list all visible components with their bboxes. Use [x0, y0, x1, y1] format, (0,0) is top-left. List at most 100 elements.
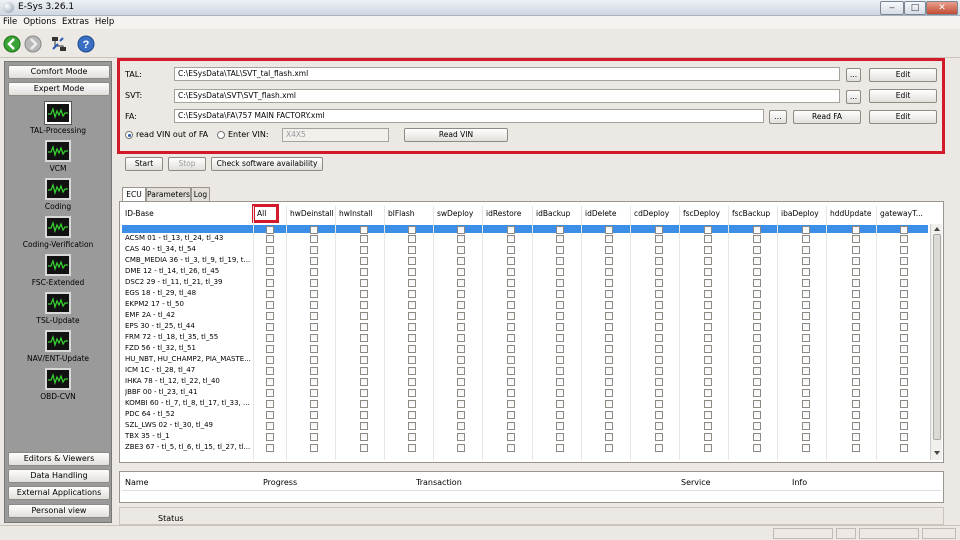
checkbox[interactable] [266, 411, 274, 419]
menu-extras[interactable]: Extras [59, 16, 92, 29]
checkbox[interactable] [802, 279, 810, 287]
checkbox[interactable] [457, 367, 465, 375]
checkbox[interactable] [556, 279, 564, 287]
checkbox[interactable] [408, 301, 416, 309]
read-fa-button[interactable]: Read FA [793, 110, 861, 124]
checkbox[interactable] [310, 226, 318, 234]
checkbox[interactable] [753, 411, 761, 419]
checkbox[interactable] [360, 356, 368, 364]
scroll-thumb[interactable] [933, 234, 941, 440]
checkbox[interactable] [802, 356, 810, 364]
checkbox[interactable] [605, 290, 613, 298]
scroll-up-icon[interactable] [933, 226, 941, 232]
checkbox[interactable] [266, 279, 274, 287]
enter-vin-radio[interactable] [217, 131, 225, 139]
checkbox[interactable] [266, 400, 274, 408]
checkbox[interactable] [310, 411, 318, 419]
checkbox[interactable] [900, 268, 908, 276]
checkbox[interactable] [852, 422, 860, 430]
checkbox[interactable] [507, 279, 515, 287]
checkbox[interactable] [605, 367, 613, 375]
checkbox[interactable] [704, 226, 712, 234]
checkbox[interactable] [655, 411, 663, 419]
checkbox[interactable] [360, 268, 368, 276]
checkbox[interactable] [310, 345, 318, 353]
checkbox[interactable] [360, 400, 368, 408]
checkbox[interactable] [457, 389, 465, 397]
read-vin-button[interactable]: Read VIN [404, 128, 508, 142]
checkbox[interactable] [655, 246, 663, 254]
tab-log[interactable]: Log [191, 187, 210, 201]
checkbox[interactable] [655, 367, 663, 375]
checkbox[interactable] [802, 257, 810, 265]
tal-browse-button[interactable]: ... [846, 68, 861, 82]
checkbox[interactable] [310, 235, 318, 243]
checkbox[interactable] [266, 422, 274, 430]
checkbox[interactable] [360, 323, 368, 331]
checkbox[interactable] [900, 444, 908, 452]
checkbox[interactable] [310, 257, 318, 265]
checkbox[interactable] [408, 400, 416, 408]
checkbox[interactable] [753, 334, 761, 342]
checkbox[interactable] [556, 246, 564, 254]
checkbox[interactable] [900, 345, 908, 353]
column-header-idbackup[interactable]: idBackup [536, 209, 570, 218]
checkbox[interactable] [802, 411, 810, 419]
checkbox[interactable] [852, 323, 860, 331]
checkbox[interactable] [655, 334, 663, 342]
checkbox[interactable] [507, 422, 515, 430]
checkbox[interactable] [655, 235, 663, 243]
checkbox[interactable] [310, 312, 318, 320]
checkbox[interactable] [753, 323, 761, 331]
checkbox[interactable] [556, 323, 564, 331]
checkbox[interactable] [802, 389, 810, 397]
checkbox[interactable] [704, 257, 712, 265]
column-header-iddelete[interactable]: idDelete [585, 209, 617, 218]
checkbox[interactable] [605, 356, 613, 364]
checkbox[interactable] [802, 422, 810, 430]
checkbox[interactable] [310, 268, 318, 276]
checkbox[interactable] [310, 246, 318, 254]
checkbox[interactable] [360, 345, 368, 353]
checkbox[interactable] [802, 290, 810, 298]
checkbox[interactable] [852, 226, 860, 234]
svt-browse-button[interactable]: ... [846, 90, 861, 104]
checkbox[interactable] [802, 235, 810, 243]
svt-edit-button[interactable]: Edit [869, 89, 937, 103]
checkbox[interactable] [408, 268, 416, 276]
checkbox[interactable] [408, 290, 416, 298]
checkbox[interactable] [408, 356, 416, 364]
checkbox[interactable] [605, 235, 613, 243]
sidebar-item-tal-processing[interactable]: TAL-Processing [6, 102, 110, 135]
sidebar-item-coding-verification[interactable]: Coding-Verification [6, 216, 110, 249]
checkbox[interactable] [457, 268, 465, 276]
checkbox[interactable] [852, 246, 860, 254]
column-header-hwinstall[interactable]: hwInstall [339, 209, 372, 218]
sidebar-item-coding[interactable]: Coding [6, 178, 110, 211]
checkbox[interactable] [852, 312, 860, 320]
checkbox[interactable] [266, 389, 274, 397]
checkbox[interactable] [802, 226, 810, 234]
checkbox[interactable] [900, 389, 908, 397]
checkbox[interactable] [900, 301, 908, 309]
checkbox[interactable] [266, 290, 274, 298]
checkbox[interactable] [457, 235, 465, 243]
checkbox[interactable] [408, 235, 416, 243]
checkbox[interactable] [556, 235, 564, 243]
vin-input[interactable]: X4X5 [282, 128, 389, 142]
checkbox[interactable] [852, 290, 860, 298]
checkbox[interactable] [802, 334, 810, 342]
checkbox[interactable] [704, 367, 712, 375]
personal-view-button[interactable]: Personal view [8, 504, 110, 518]
checkbox[interactable] [655, 226, 663, 234]
checkbox[interactable] [605, 226, 613, 234]
checkbox[interactable] [556, 268, 564, 276]
checkbox[interactable] [852, 301, 860, 309]
column-header-ibadeploy[interactable]: ibaDeploy [781, 209, 819, 218]
checkbox[interactable] [457, 312, 465, 320]
checkbox[interactable] [900, 226, 908, 234]
checkbox[interactable] [360, 422, 368, 430]
read-vin-radio[interactable] [125, 131, 133, 139]
checkbox[interactable] [266, 301, 274, 309]
start-button[interactable]: Start [125, 157, 163, 171]
